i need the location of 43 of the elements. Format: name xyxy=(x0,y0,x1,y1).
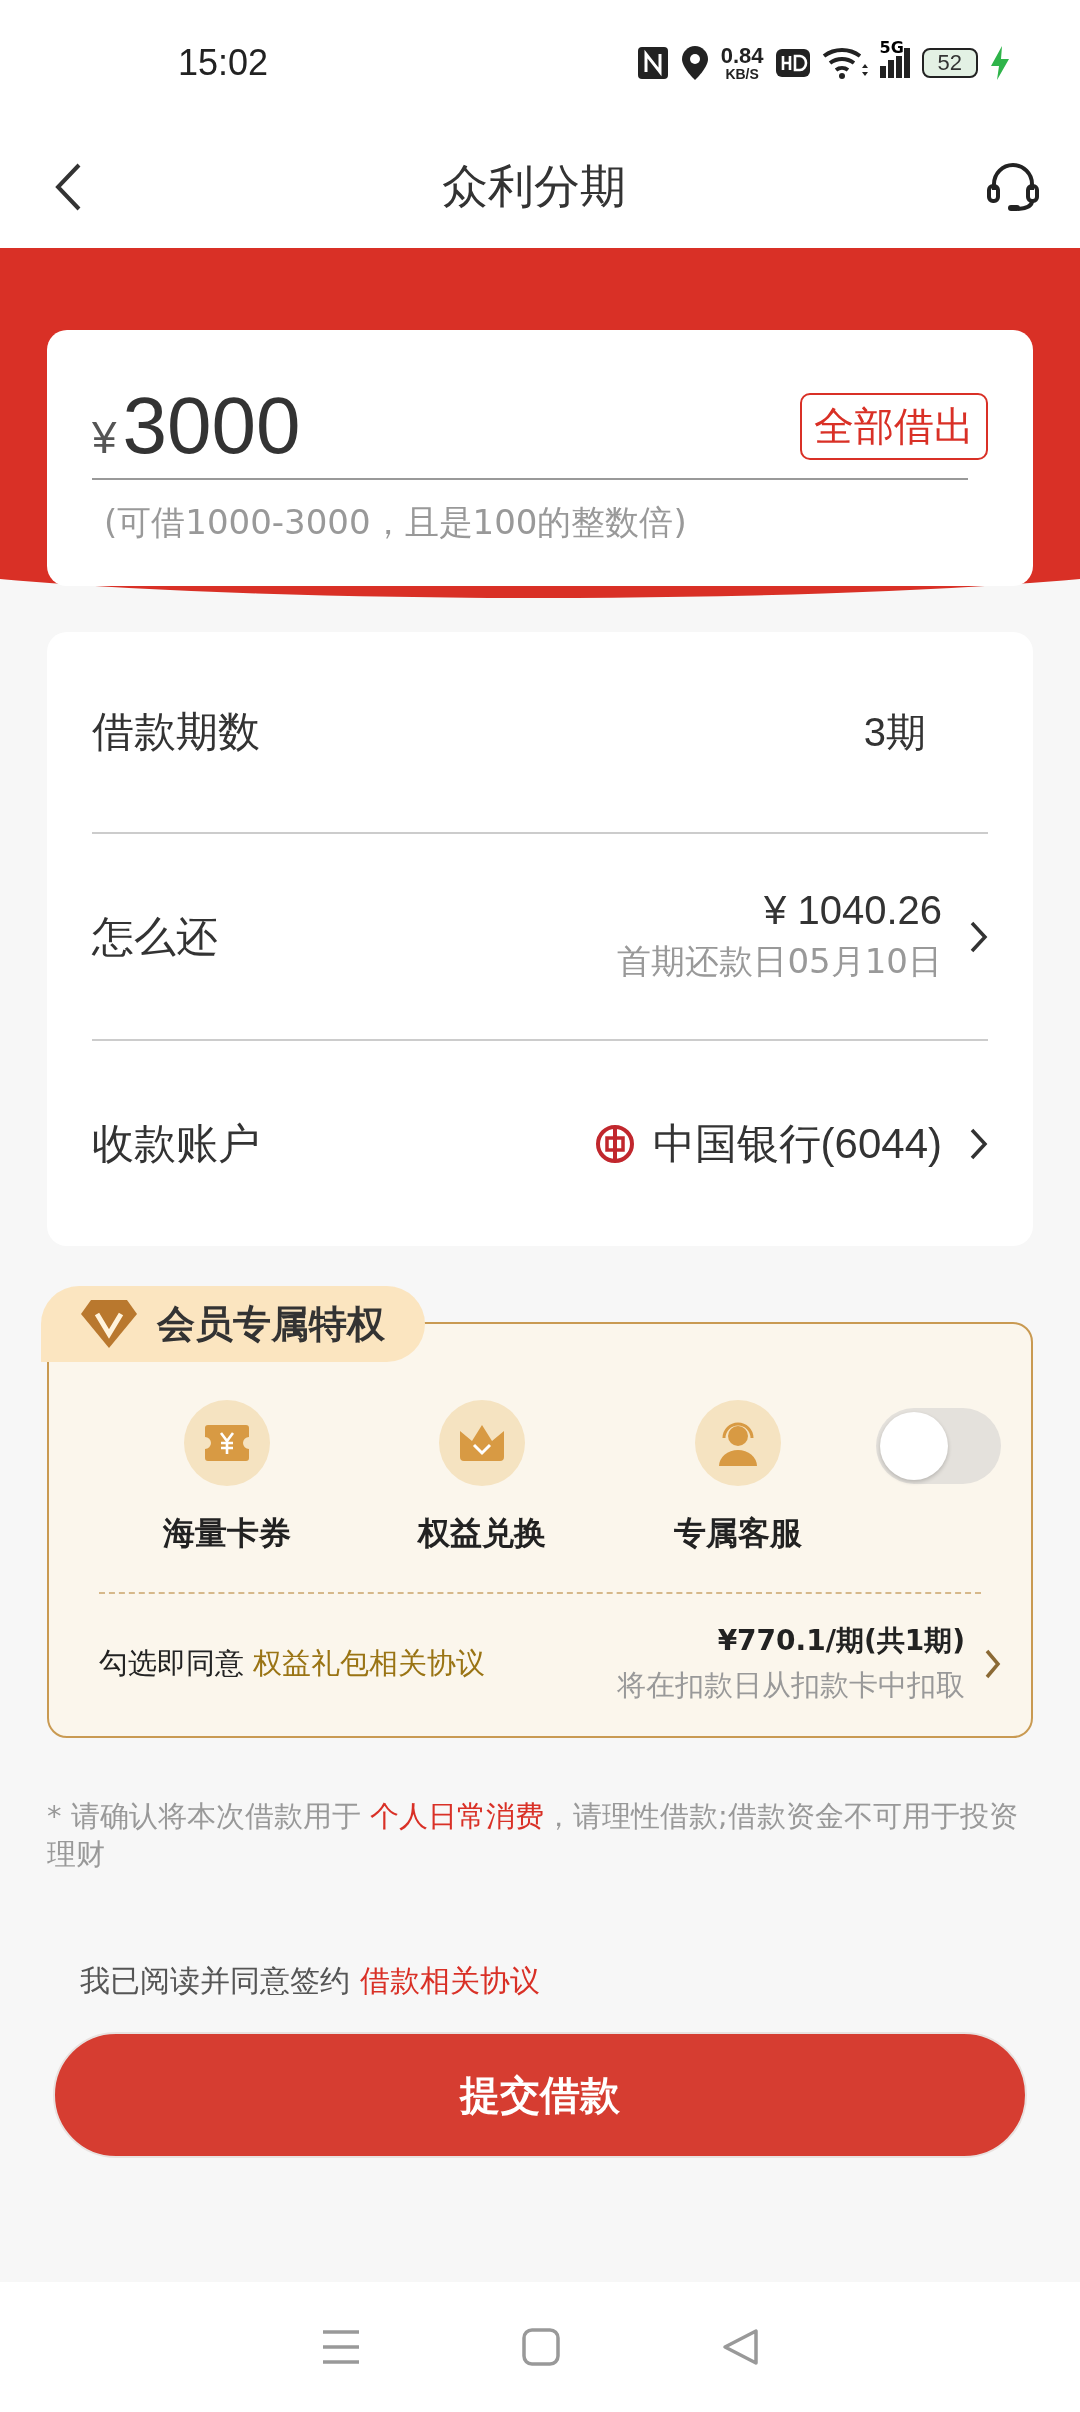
chevron-right-icon[interactable] xyxy=(970,1127,988,1160)
loan-agreement-link[interactable]: 借款相关协议 xyxy=(359,1963,540,1999)
member-title: 会员专属特权 xyxy=(157,1300,385,1348)
repay-date: 首期还款日05月10日 xyxy=(617,940,942,983)
diamond-icon xyxy=(79,1298,139,1350)
net-speed-unit: KB/S xyxy=(725,66,759,81)
menu-icon[interactable] xyxy=(320,2329,361,2365)
row-label: 借款期数 xyxy=(92,706,260,758)
submit-button[interactable]: 提交借款 xyxy=(53,2032,1027,2159)
network-type: 5G xyxy=(879,39,904,56)
repay-amount: ¥ 1040.26 xyxy=(764,888,942,933)
home-icon[interactable] xyxy=(522,2328,560,2366)
bank-account: 中国银行(6044) xyxy=(652,1118,942,1169)
ticket-icon xyxy=(203,1423,250,1463)
location-icon xyxy=(680,44,709,81)
benefit-label: 海量卡券 xyxy=(162,1513,291,1554)
wifi-icon xyxy=(821,45,868,80)
row-value: 3期 xyxy=(863,708,926,756)
chevron-right-icon[interactable] xyxy=(970,920,988,953)
headset-icon[interactable] xyxy=(986,161,1040,212)
member-price: ¥770.1/期(共1期) xyxy=(717,1623,965,1659)
nfc-icon xyxy=(636,45,669,80)
agreement-text: 勾选即同意 权益礼包相关协议 xyxy=(99,1645,486,1682)
net-speed: 0.84 xyxy=(720,44,764,67)
hd-icon xyxy=(775,48,810,77)
battery-indicator: 52 xyxy=(921,47,978,78)
back-icon[interactable] xyxy=(55,162,81,211)
amount-hint: (可借1000-3000，且是100的整数倍) xyxy=(103,501,688,544)
agreement-link[interactable]: 权益礼包相关协议 xyxy=(253,1646,486,1680)
disclaimer-text: * 请确认将本次借款用于 个人日常消费，请理性借款;借款资金不可用于投资理财 xyxy=(47,1798,1019,1873)
bank-logo-icon xyxy=(594,1123,635,1164)
crown-icon xyxy=(458,1423,507,1463)
price-note: 将在扣款日从扣款卡中扣取 xyxy=(617,1667,965,1704)
benefit-label: 权益兑换 xyxy=(418,1513,547,1554)
row-label: 怎么还 xyxy=(92,910,218,963)
consent-text: 我已阅读并同意签约 借款相关协议 xyxy=(79,1962,541,2001)
row-label: 收款账户 xyxy=(92,1117,260,1170)
borrow-all-button[interactable]: 全部借出 xyxy=(800,392,988,460)
amount-field[interactable]: ¥3000 xyxy=(92,380,301,472)
status-time: 15:02 xyxy=(178,41,269,84)
charging-icon xyxy=(990,45,1010,80)
page-title: 众利分期 xyxy=(441,157,626,215)
benefit-label: 专属客服 xyxy=(673,1513,802,1554)
